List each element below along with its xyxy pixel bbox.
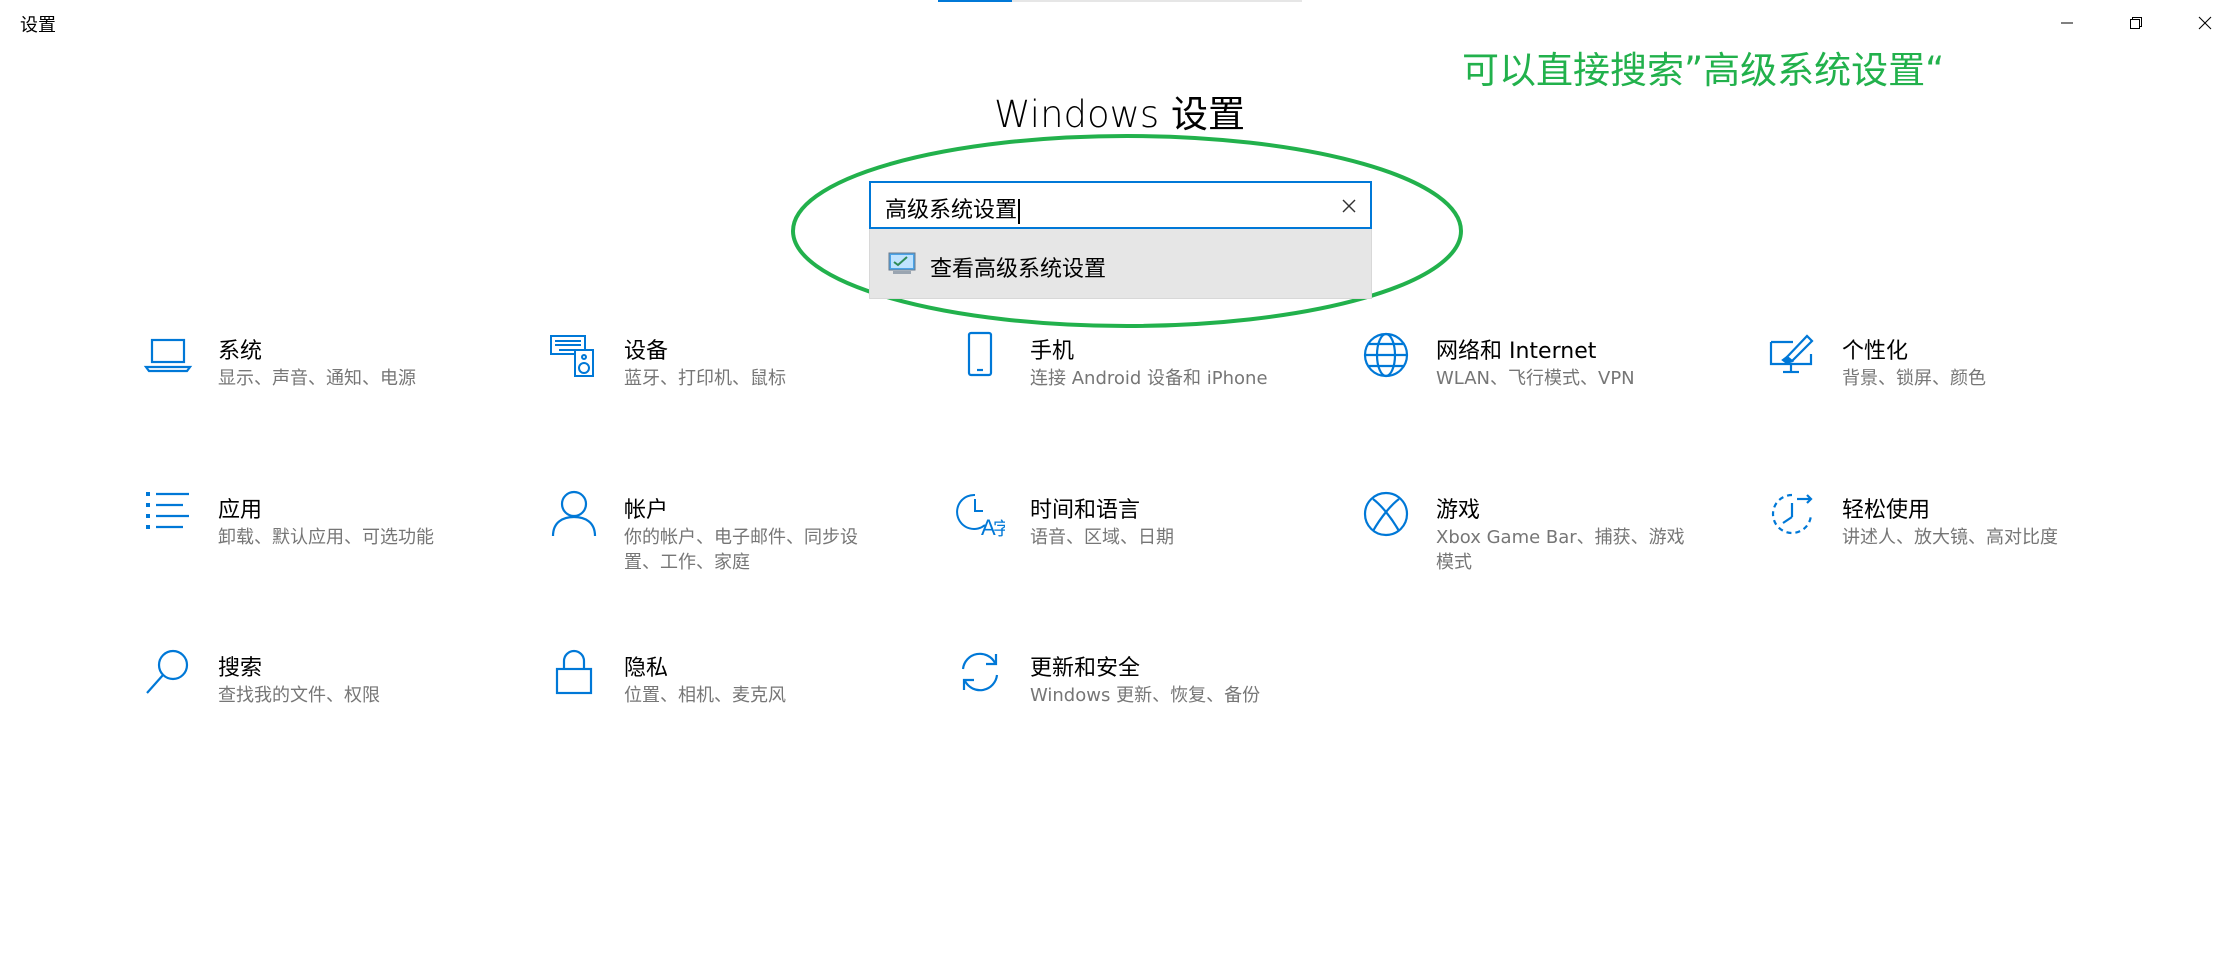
- close-icon: [2198, 16, 2211, 30]
- category-description: 连接 Android 设备和 iPhone: [1030, 368, 1268, 389]
- category-description: 讲述人、放大镜、高对比度: [1842, 527, 2058, 548]
- category-title: 网络和 Internet: [1436, 339, 1597, 364]
- globe-icon: [1361, 330, 1411, 380]
- category-description: 位置、相机、麦克风: [624, 685, 786, 706]
- category-privacy[interactable]: 隐私 位置、相机、麦克风: [549, 647, 929, 747]
- person-icon: [549, 489, 599, 539]
- category-title: 游戏: [1436, 498, 1481, 523]
- category-network[interactable]: 网络和 Internet WLAN、飞行模式、VPN: [1361, 330, 1741, 430]
- category-description: 语音、区域、日期: [1030, 527, 1174, 548]
- keyboard-speaker-icon: [549, 330, 599, 380]
- category-description: 背景、锁屏、颜色: [1842, 368, 1986, 389]
- minimize-button[interactable]: [2032, 0, 2101, 46]
- top-tab-strip: [938, 0, 1302, 2]
- close-button[interactable]: [2170, 0, 2239, 46]
- category-search[interactable]: 搜索 查找我的文件、权限: [143, 647, 523, 747]
- category-title: 应用: [218, 498, 263, 523]
- category-title: 更新和安全: [1030, 656, 1141, 681]
- restore-button[interactable]: [2101, 0, 2170, 46]
- category-title: 个性化: [1842, 339, 1909, 364]
- control-panel-icon: [888, 252, 916, 274]
- restore-icon: [2129, 17, 2142, 29]
- time-language-icon: A 字: [955, 489, 1005, 539]
- category-accounts[interactable]: 帐户 你的帐户、电子邮件、同步设置、工作、家庭: [549, 489, 929, 589]
- ease-of-access-icon: [1767, 489, 1817, 539]
- clear-search-button[interactable]: [1334, 191, 1364, 221]
- category-title: 隐私: [624, 656, 669, 681]
- category-time-language[interactable]: A 字 时间和语言 语音、区域、日期: [955, 489, 1335, 589]
- lock-icon: [549, 647, 599, 697]
- search-icon: [143, 647, 193, 697]
- category-description: 显示、声音、通知、电源: [218, 368, 416, 389]
- app-list-icon: [143, 489, 193, 539]
- text-caret: [1018, 198, 1021, 224]
- phone-icon: [955, 330, 1005, 380]
- page-title: Windows 设置: [994, 93, 1245, 136]
- category-system[interactable]: 系统 显示、声音、通知、电源: [143, 330, 523, 430]
- svg-text:字: 字: [993, 519, 1005, 539]
- category-ease-of-access[interactable]: 轻松使用 讲述人、放大镜、高对比度: [1767, 489, 2147, 589]
- active-tab-indicator: [938, 0, 1012, 2]
- window-controls: [2032, 0, 2239, 46]
- category-title: 系统: [218, 339, 263, 364]
- category-title: 设备: [624, 339, 669, 364]
- paint-screen-icon: [1767, 330, 1817, 380]
- category-update-security[interactable]: 更新和安全 Windows 更新、恢复、备份: [955, 647, 1335, 747]
- category-description: 你的帐户、电子邮件、同步设置、工作、家庭: [624, 527, 858, 573]
- category-title: 手机: [1030, 339, 1075, 364]
- category-apps[interactable]: 应用 卸载、默认应用、可选功能: [143, 489, 523, 589]
- category-personalization[interactable]: 个性化 背景、锁屏、颜色: [1767, 330, 2147, 430]
- close-icon: [1342, 199, 1356, 213]
- category-devices[interactable]: 设备 蓝牙、打印机、鼠标: [549, 330, 929, 430]
- category-description: 蓝牙、打印机、鼠标: [624, 368, 786, 389]
- category-title: 轻松使用: [1842, 498, 1931, 523]
- search-input-value[interactable]: 高级系统设置: [885, 192, 1021, 224]
- search-suggestion-item[interactable]: 查看高级系统设置: [869, 229, 1372, 299]
- search-suggestion-label: 查看高级系统设置: [930, 257, 1107, 282]
- sync-icon: [955, 647, 1005, 697]
- category-title: 时间和语言: [1030, 498, 1141, 523]
- category-description: Windows 更新、恢复、备份: [1030, 685, 1261, 706]
- xbox-icon: [1361, 489, 1411, 539]
- category-title: 帐户: [624, 498, 669, 523]
- category-phone[interactable]: 手机 连接 Android 设备和 iPhone: [955, 330, 1335, 430]
- category-gaming[interactable]: 游戏 Xbox Game Bar、捕获、游戏模式: [1361, 489, 1741, 589]
- category-description: 查找我的文件、权限: [218, 685, 380, 706]
- window-title: 设置: [20, 15, 56, 36]
- category-description: WLAN、飞行模式、VPN: [1436, 368, 1635, 389]
- search-input[interactable]: 高级系统设置: [869, 181, 1372, 229]
- category-description: Xbox Game Bar、捕获、游戏模式: [1436, 527, 1685, 573]
- laptop-icon: [143, 330, 193, 380]
- category-title: 搜索: [218, 656, 263, 681]
- minimize-icon: [2060, 22, 2073, 24]
- category-description: 卸载、默认应用、可选功能: [218, 527, 434, 548]
